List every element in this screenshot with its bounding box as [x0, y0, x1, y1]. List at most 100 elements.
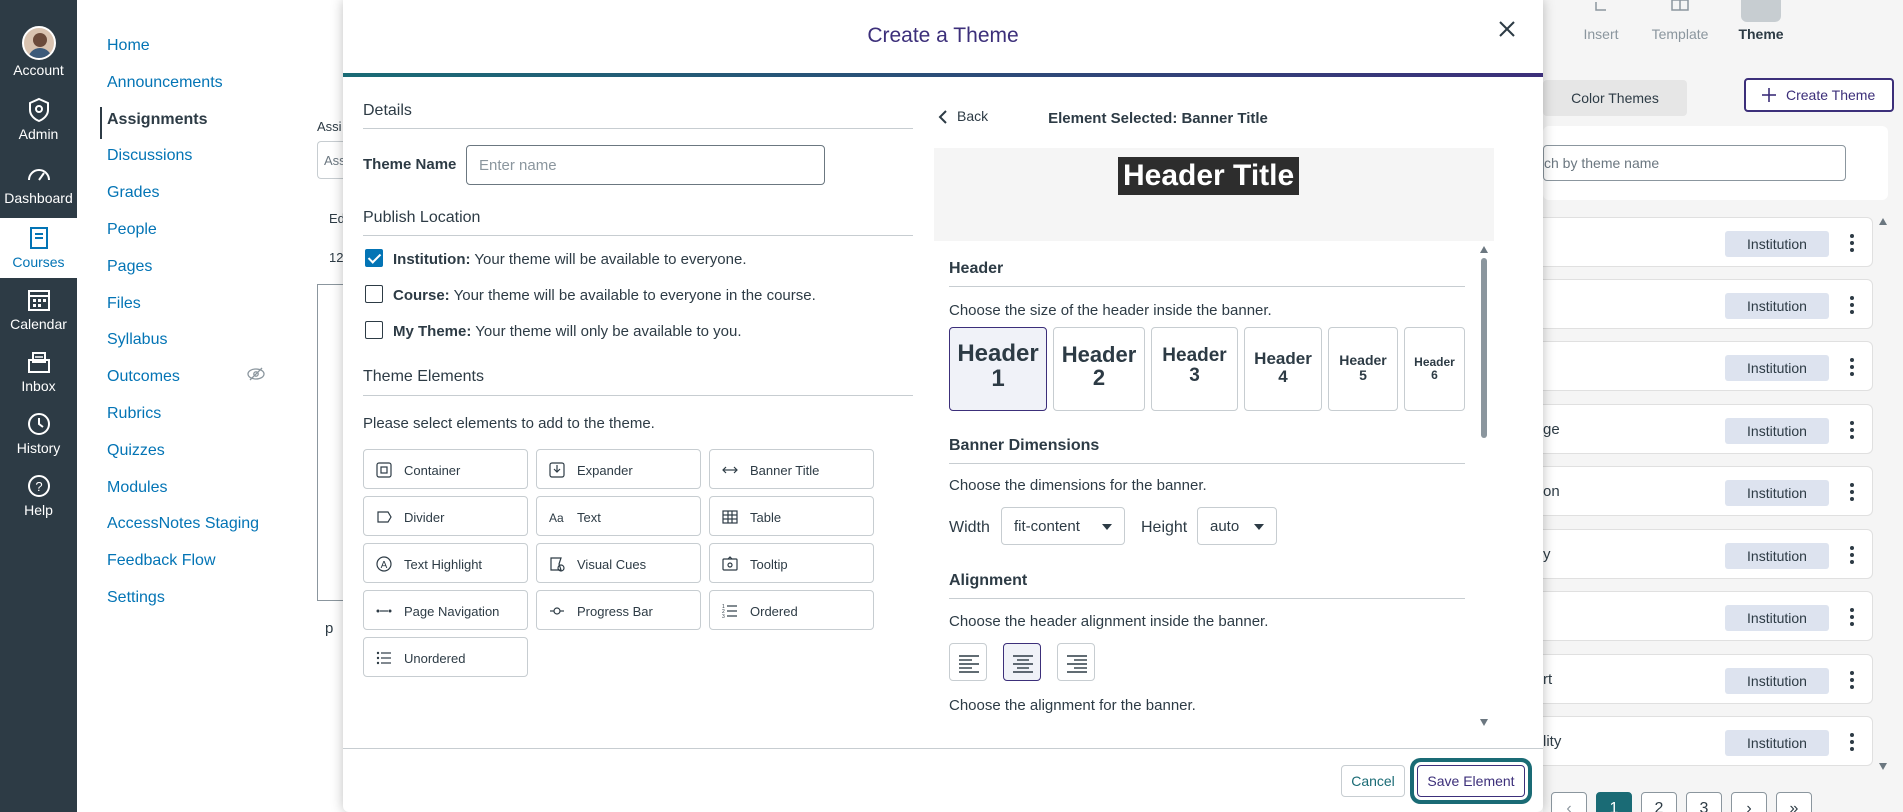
pagination-next[interactable]: ›	[1731, 792, 1767, 812]
course-nav-people[interactable]: People	[107, 221, 157, 239]
bg-text: p	[325, 620, 334, 637]
table-icon	[722, 510, 738, 524]
theme-row[interactable]: ge Institution	[1543, 404, 1873, 454]
institution-badge: Institution	[1725, 231, 1829, 257]
header-size-6-button[interactable]: Header 6	[1404, 327, 1465, 411]
element-table-button[interactable]: Table	[709, 496, 874, 536]
theme-search-input[interactable]: ch by theme name	[1543, 145, 1846, 181]
kebab-menu-icon[interactable]	[1849, 356, 1855, 378]
checkbox-my-theme[interactable]	[365, 321, 383, 340]
back-button[interactable]: Back	[937, 108, 988, 124]
course-nav-feedback-flow[interactable]: Feedback Flow	[107, 552, 216, 570]
global-nav-courses[interactable]: Courses	[0, 218, 77, 278]
theme-row[interactable]: rt Institution	[1543, 654, 1873, 704]
tab-insert[interactable]: Insert	[1580, 0, 1622, 42]
course-nav-announcements[interactable]: Announcements	[107, 74, 223, 92]
checkbox-institution[interactable]	[365, 249, 383, 268]
global-nav-calendar[interactable]: Calendar	[0, 286, 77, 332]
element-ordered-button[interactable]: 123 Ordered	[709, 590, 874, 630]
course-nav-syllabus[interactable]: Syllabus	[107, 331, 167, 349]
course-nav-home[interactable]: Home	[107, 37, 150, 55]
width-select[interactable]: fit-content	[1001, 507, 1125, 545]
course-nav-discussions[interactable]: Discussions	[107, 147, 192, 165]
kebab-menu-icon[interactable]	[1849, 544, 1855, 566]
align-left-button[interactable]	[949, 643, 987, 681]
course-nav-outcomes[interactable]: Outcomes	[107, 368, 180, 386]
theme-row[interactable]: Institution	[1543, 217, 1873, 267]
cancel-button[interactable]: Cancel	[1341, 765, 1405, 797]
checkbox-course[interactable]	[365, 285, 383, 304]
theme-name-input[interactable]	[466, 145, 825, 185]
theme-row[interactable]: lity Institution	[1543, 716, 1873, 766]
element-page-navigation-button[interactable]: Page Navigation	[363, 590, 528, 630]
pagination-prev[interactable]: ‹	[1551, 792, 1587, 812]
pagination-page-2[interactable]: 2	[1641, 792, 1677, 812]
publish-my-theme[interactable]: My Theme: Your theme will only be availa…	[365, 321, 742, 341]
header-size-2-button[interactable]: Header 2	[1053, 327, 1145, 411]
scrollbar[interactable]	[1478, 246, 1490, 726]
unordered-list-icon	[376, 651, 391, 665]
course-nav-rubrics[interactable]: Rubrics	[107, 405, 161, 423]
element-text-highlight-button[interactable]: A Text Highlight	[363, 543, 528, 583]
tab-theme[interactable]: Theme	[1737, 0, 1785, 42]
course-nav-files[interactable]: Files	[107, 295, 141, 313]
theme-row[interactable]: Institution	[1543, 341, 1873, 391]
theme-row[interactable]: Institution	[1543, 591, 1873, 641]
global-nav-help[interactable]: ? Help	[0, 472, 77, 518]
theme-name: ge	[1543, 421, 1560, 438]
course-nav-settings[interactable]: Settings	[107, 589, 165, 607]
global-nav-history[interactable]: History	[0, 410, 77, 456]
element-progress-bar-button[interactable]: Progress Bar	[536, 590, 701, 630]
element-expander-button[interactable]: Expander	[536, 449, 701, 489]
kebab-menu-icon[interactable]	[1849, 731, 1855, 753]
kebab-menu-icon[interactable]	[1849, 294, 1855, 316]
kebab-menu-icon[interactable]	[1849, 606, 1855, 628]
kebab-menu-icon[interactable]	[1849, 669, 1855, 691]
course-nav-grades[interactable]: Grades	[107, 184, 159, 202]
kebab-menu-icon[interactable]	[1849, 232, 1855, 254]
element-text-button[interactable]: Aa Text	[536, 496, 701, 536]
pagination-page-3[interactable]: 3	[1686, 792, 1722, 812]
save-element-button[interactable]: Save Element	[1417, 765, 1525, 797]
kebab-menu-icon[interactable]	[1849, 481, 1855, 503]
alignment-heading: Alignment	[949, 572, 1028, 589]
course-nav-quizzes[interactable]: Quizzes	[107, 442, 165, 460]
element-divider-button[interactable]: Divider	[363, 496, 528, 536]
header-size-5-button[interactable]: Header 5	[1328, 327, 1398, 411]
course-nav-modules[interactable]: Modules	[107, 479, 167, 497]
publish-institution[interactable]: Institution: Your theme will be availabl…	[365, 249, 747, 269]
kebab-menu-icon[interactable]	[1849, 419, 1855, 441]
header-size-3-button[interactable]: Header 3	[1151, 327, 1238, 411]
global-nav-admin[interactable]: Admin	[0, 96, 77, 142]
institution-badge: Institution	[1725, 605, 1829, 631]
theme-row[interactable]: Institution	[1543, 279, 1873, 329]
element-unordered-button[interactable]: Unordered	[363, 637, 528, 677]
global-nav-inbox[interactable]: Inbox	[0, 348, 77, 394]
color-themes-button[interactable]: Color Themes	[1543, 80, 1687, 116]
theme-row[interactable]: on Institution	[1543, 466, 1873, 516]
header-size-4-button[interactable]: Header 4	[1244, 327, 1322, 411]
height-select[interactable]: auto	[1197, 507, 1277, 545]
scrollbar[interactable]	[1877, 218, 1889, 770]
width-label: Width	[949, 519, 990, 536]
header-size-1-button[interactable]: Header 1	[949, 327, 1047, 411]
create-theme-button[interactable]: Create Theme	[1744, 78, 1894, 112]
tab-template[interactable]: Template	[1648, 0, 1712, 42]
book-icon	[29, 227, 48, 249]
pagination-last[interactable]: »	[1776, 792, 1812, 812]
align-right-button[interactable]	[1057, 643, 1095, 681]
global-nav-account[interactable]: Account	[0, 26, 77, 78]
element-banner-title-button[interactable]: Banner Title	[709, 449, 874, 489]
global-nav-dashboard[interactable]: Dashboard	[0, 160, 77, 206]
element-visual-cues-button[interactable]: Visual Cues	[536, 543, 701, 583]
course-nav-assignments[interactable]: Assignments	[107, 111, 207, 129]
course-nav-pages[interactable]: Pages	[107, 258, 152, 276]
pagination-page-1[interactable]: 1	[1596, 792, 1632, 812]
align-center-button[interactable]	[1003, 643, 1041, 681]
theme-row[interactable]: y Institution	[1543, 529, 1873, 579]
publish-course[interactable]: Course: Your theme will be available to …	[365, 285, 816, 305]
close-icon[interactable]	[1496, 18, 1518, 40]
element-container-button[interactable]: Container	[363, 449, 528, 489]
course-nav-accessnotes-staging[interactable]: AccessNotes Staging	[107, 515, 259, 533]
element-tooltip-button[interactable]: Tooltip	[709, 543, 874, 583]
